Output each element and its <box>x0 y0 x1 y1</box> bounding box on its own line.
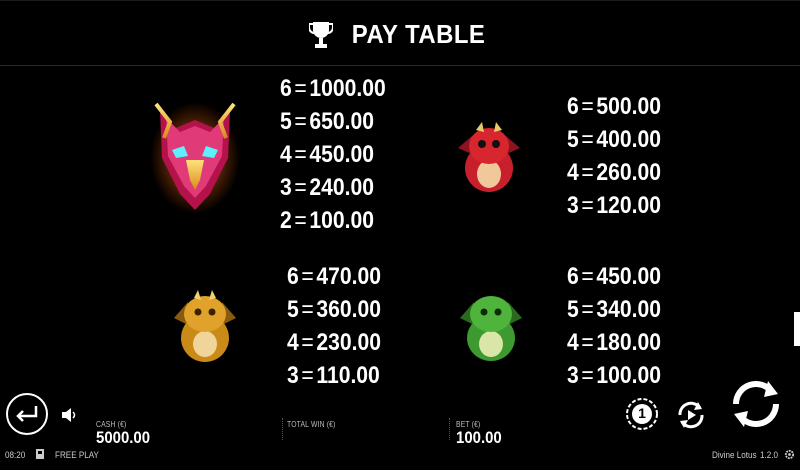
payout-row: 5 = 360.00 <box>287 296 381 323</box>
side-panel-handle[interactable] <box>794 312 800 346</box>
red-dragon-icon <box>458 122 520 192</box>
footer-divider <box>449 418 451 440</box>
title-wrap: PAY TABLE <box>0 19 800 50</box>
coin-value-button[interactable]: 1 <box>625 397 659 431</box>
payout-row: 4 = 450.00 <box>280 141 374 168</box>
payout-row: 3 = 240.00 <box>280 174 374 201</box>
payout-row: 4 = 230.00 <box>287 329 381 356</box>
green-dragon-icon <box>460 296 522 361</box>
paytable-header: PAY TABLE <box>0 0 800 66</box>
payout-row: 2 = 100.00 <box>280 207 374 234</box>
total-win-label: TOTAL WIN (€) <box>287 420 336 429</box>
coin-value-label: 1 <box>638 405 646 421</box>
bet-value: 100.00 <box>456 428 502 447</box>
play-mode: FREE PLAY <box>55 450 99 460</box>
game-name: Divine Lotus <box>712 450 757 460</box>
payout-row: 6 = 450.00 <box>567 263 661 290</box>
autoplay-icon[interactable] <box>674 398 708 432</box>
speaker-icon[interactable] <box>60 406 78 424</box>
payout-row: 4 = 260.00 <box>567 159 661 186</box>
back-arrow-icon[interactable] <box>5 392 49 436</box>
footer-divider <box>282 418 284 440</box>
payout-row: 6 = 1000.00 <box>280 75 386 102</box>
payout-row: 6 = 500.00 <box>567 93 661 120</box>
cash-value: 5000.00 <box>96 428 151 447</box>
game-version: 1.2.0 <box>760 450 779 460</box>
payout-row: 6 = 470.00 <box>287 263 381 290</box>
payout-row: 3 = 120.00 <box>567 192 661 219</box>
payout-row: 5 = 340.00 <box>567 296 661 323</box>
phoenix-mask-icon <box>150 102 240 214</box>
payout-row: 5 = 650.00 <box>280 108 374 135</box>
payout-row: 3 = 100.00 <box>567 362 661 389</box>
payout-row: 5 = 400.00 <box>567 126 661 153</box>
clock: 08:20 <box>5 450 26 460</box>
gold-dragon-icon <box>174 290 236 362</box>
trophy-icon <box>309 21 334 48</box>
spin-icon[interactable] <box>728 376 784 432</box>
payout-row: 3 = 110.00 <box>287 362 380 389</box>
gear-icon[interactable] <box>784 449 795 460</box>
page-title: PAY TABLE <box>351 19 485 49</box>
wallet-icon <box>36 449 44 459</box>
payout-row: 4 = 180.00 <box>567 329 661 356</box>
